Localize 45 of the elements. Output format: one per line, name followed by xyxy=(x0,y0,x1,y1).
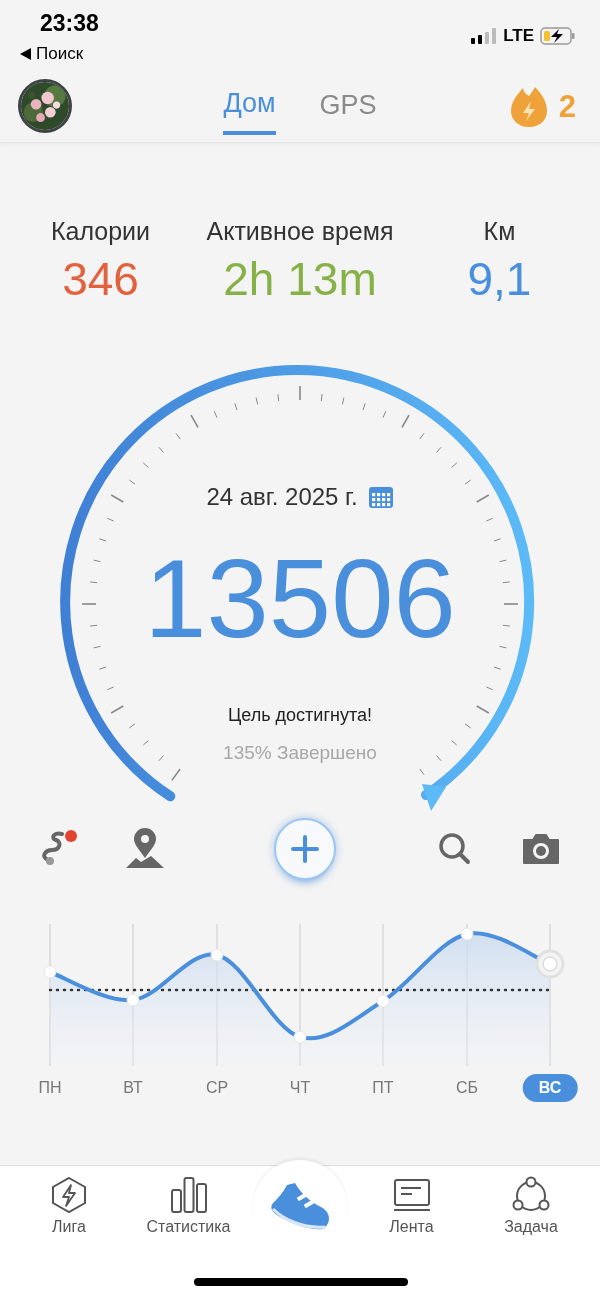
day-tab[interactable]: ВС xyxy=(522,1074,578,1102)
back-link[interactable]: Поиск xyxy=(36,44,84,64)
nav-tab[interactable]: Статистика xyxy=(133,1176,244,1236)
nav-tab[interactable]: Лента xyxy=(356,1176,467,1236)
network-type: LTE xyxy=(503,26,534,46)
day-tab[interactable]: ПН xyxy=(28,1074,72,1102)
tab[interactable]: GPS xyxy=(319,79,377,135)
nav-tab[interactable]: Задача xyxy=(476,1176,586,1236)
signal-icon xyxy=(471,28,498,44)
stat-value: 346 xyxy=(62,252,139,306)
data-point xyxy=(460,927,474,941)
network-icon xyxy=(511,1176,551,1214)
status-time: 23:38 xyxy=(40,10,99,37)
day-tab[interactable]: СБ xyxy=(445,1074,489,1102)
battery-charging-icon xyxy=(540,27,576,45)
lightning-hexagon-icon xyxy=(49,1176,89,1214)
bar-chart-icon xyxy=(168,1176,209,1214)
step-count: 13506 xyxy=(144,543,456,655)
map-pin-icon[interactable] xyxy=(124,828,166,870)
data-point xyxy=(210,948,224,962)
stat-label: Калории xyxy=(50,217,151,246)
stat-value: 2h 13m xyxy=(223,252,377,306)
plus-icon xyxy=(291,835,319,863)
stat-value: 9,1 xyxy=(467,252,532,306)
progress-text: 135% Завершено xyxy=(223,742,377,764)
calendar-icon[interactable] xyxy=(367,485,394,509)
data-point xyxy=(126,993,140,1007)
goal-message: Цель достигнута! xyxy=(228,705,372,726)
flame-bolt-icon xyxy=(508,86,549,128)
date-label: 24 авг. 2025 г. xyxy=(206,483,358,511)
back-triangle-icon[interactable] xyxy=(20,48,31,60)
nav-tab[interactable]: Лига xyxy=(14,1176,124,1236)
day-tab[interactable]: СР xyxy=(195,1074,239,1102)
feed-icon xyxy=(391,1176,432,1214)
day-tab[interactable]: ЧТ xyxy=(279,1074,321,1102)
stat-label: Активное время xyxy=(206,217,394,246)
add-button[interactable] xyxy=(274,818,336,880)
day-tab[interactable]: ВТ xyxy=(113,1074,153,1102)
data-point xyxy=(43,965,57,979)
day-tab[interactable]: ПТ xyxy=(362,1074,404,1102)
data-point xyxy=(293,1030,307,1044)
streak-count: 2 xyxy=(558,89,576,125)
data-point xyxy=(376,994,390,1008)
tab[interactable]: Дом xyxy=(223,79,276,135)
stat-label: Км xyxy=(483,217,516,246)
